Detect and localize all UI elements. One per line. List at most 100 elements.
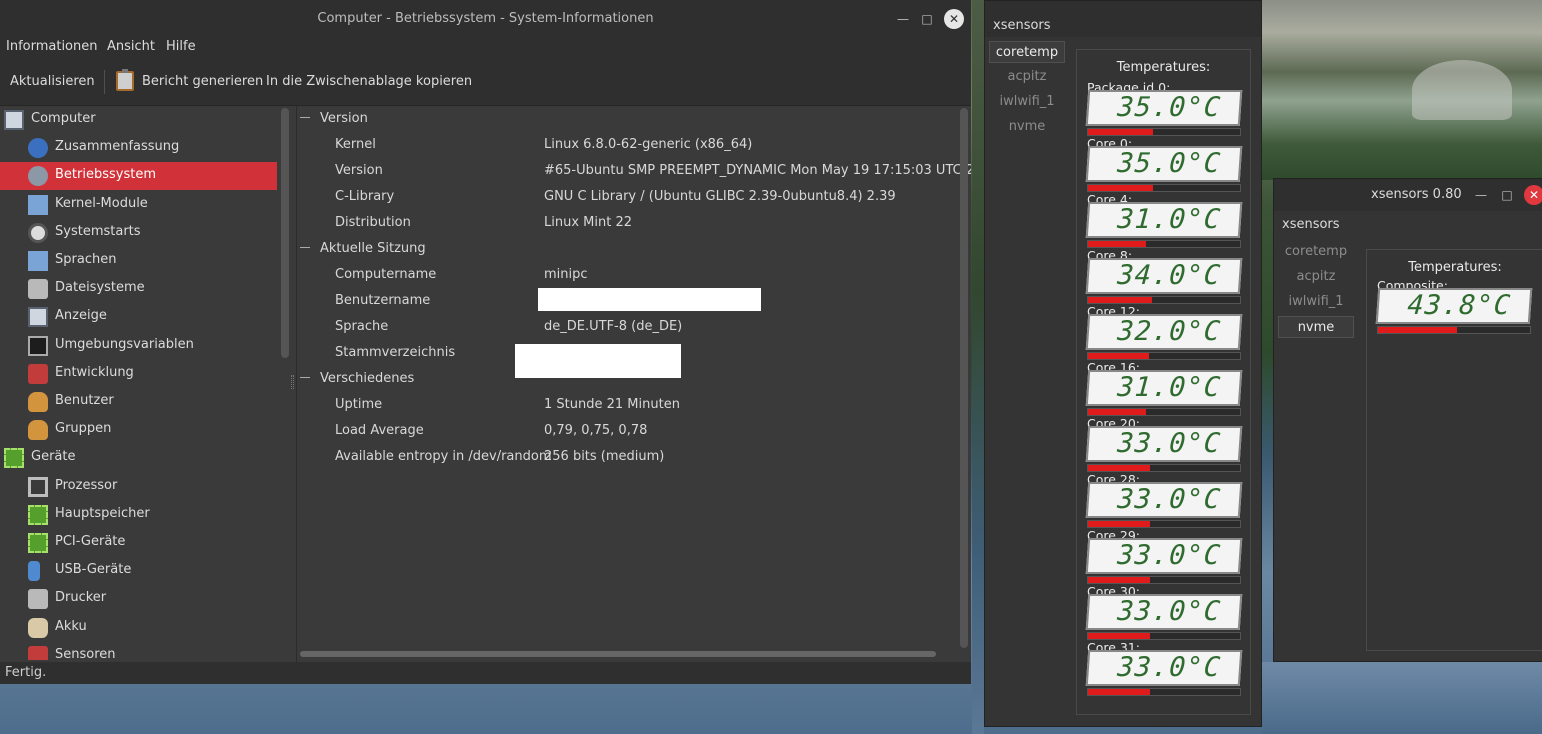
info-icon (28, 138, 48, 159)
info-row[interactable]: C-Library GNU C Library / (Ubuntu GLIBC 2… (297, 184, 971, 210)
maximize-icon[interactable]: □ (917, 9, 937, 29)
info-row[interactable]: Sprache de_DE.UTF-8 (de_DE) (297, 314, 971, 340)
xsensors2-minimize-icon[interactable]: — (1471, 185, 1491, 205)
xsensors-titlebar[interactable]: xsensors (985, 1, 1261, 37)
info-row[interactable]: Distribution Linux Mint 22 (297, 210, 971, 236)
sensor-lcd: 35.0°C (1085, 90, 1243, 126)
tab-iwlwifi-1[interactable]: iwlwifi_1 (1278, 291, 1354, 313)
sidebar-item-label: Sensoren (55, 646, 116, 660)
sidebar-item[interactable]: Entwicklung (0, 360, 277, 388)
info-row[interactable]: Available entropy in /dev/random 256 bits… (297, 444, 971, 470)
tab-nvme[interactable]: nvme (1278, 316, 1354, 338)
sensor-readout: Core 16: 31.0°C (1085, 360, 1243, 416)
report-icon[interactable] (116, 69, 134, 91)
sensor-lcd: 33.0°C (1085, 650, 1243, 686)
sidebar-item[interactable]: Benutzer (0, 388, 277, 416)
xsensors2-maximize-icon[interactable]: □ (1497, 185, 1517, 205)
section-title: Version (320, 111, 368, 126)
sidebar-item[interactable]: Gruppen (0, 416, 277, 444)
copy-button[interactable]: In die Zwischenablage kopieren (266, 74, 472, 89)
group-icon (28, 420, 48, 441)
menu-informationen[interactable]: Informationen (6, 39, 98, 54)
info-row[interactable]: Computername minipc (297, 262, 971, 288)
close-icon[interactable]: ✕ (944, 9, 964, 29)
info-value: 0,79, 0,75, 0,78 (544, 423, 648, 438)
sidebar-item[interactable]: Prozessor (0, 473, 277, 501)
sidebar-item[interactable]: Betriebssystem (0, 162, 277, 191)
window-titlebar[interactable]: Computer - Betriebssystem - System-Infor… (0, 0, 971, 38)
sidebar-item[interactable]: Systemstarts (0, 219, 277, 247)
sensor-level-fill (1088, 241, 1146, 247)
sensor-readout: Core 20: 33.0°C (1085, 416, 1243, 472)
sidebar-item[interactable]: Computer (0, 106, 277, 134)
panel2-title: Temperatures: (1408, 260, 1502, 275)
details-pane: Version Kernel Linux 6.8.0-62-generic (x86… (296, 106, 971, 662)
refresh-button[interactable]: Aktualisieren (10, 74, 95, 89)
sensor-readout: Core 30: 33.0°C (1085, 584, 1243, 640)
sensor-readout: Core 0: 35.0°C (1085, 136, 1243, 192)
sidebar-item[interactable]: PCI-Geräte (0, 529, 277, 557)
minimize-icon[interactable]: — (893, 9, 913, 29)
info-value: de_DE.UTF-8 (de_DE) (544, 319, 683, 334)
details-horizontal-scrollbar[interactable] (300, 651, 936, 657)
sensor-level-fill (1088, 521, 1151, 527)
menu-ansicht[interactable]: Ansicht (107, 39, 155, 54)
sensor-level-fill (1088, 465, 1151, 471)
tab-nvme[interactable]: nvme (989, 116, 1065, 138)
printer-icon (28, 589, 48, 610)
tab-coretemp[interactable]: coretemp (989, 41, 1065, 63)
info-row[interactable]: Uptime 1 Stunde 21 Minuten (297, 392, 971, 418)
toolbar: Aktualisieren Bericht generieren In die … (0, 58, 971, 106)
tab-iwlwifi-1[interactable]: iwlwifi_1 (989, 91, 1065, 113)
menubar: Informationen Ansicht Hilfe (0, 38, 971, 58)
temperatures-panel-2: Temperatures: Composite: 43.8°C (1366, 249, 1542, 651)
sidebar-item-label: Kernel-Module (55, 195, 148, 211)
sensor-readout: Package id 0: 35.0°C (1085, 80, 1243, 136)
info-row[interactable]: Load Average 0,79, 0,75, 0,78 (297, 418, 971, 444)
section-header[interactable]: Aktuelle Sitzung (297, 236, 971, 262)
sensor-level-fill (1088, 129, 1154, 135)
sensor-lcd: 31.0°C (1085, 202, 1243, 238)
sidebar-item[interactable]: Sensoren (0, 642, 277, 660)
sidebar-scrollbar[interactable] (281, 108, 289, 358)
tab-coretemp[interactable]: coretemp (1278, 241, 1354, 263)
sidebar-item[interactable]: Drucker (0, 585, 277, 613)
sidebar-item[interactable]: Dateisysteme (0, 275, 277, 303)
collapse-icon[interactable] (300, 117, 310, 118)
panel-title: Temperatures: (1116, 60, 1211, 75)
sidebar-item[interactable]: Umgebungsvariablen (0, 332, 277, 360)
redacted-homedir (515, 344, 681, 378)
info-row[interactable]: Version #65-Ubuntu SMP PREEMPT_DYNAMIC Mo… (297, 158, 971, 184)
sidebar-item-label: USB-Geräte (55, 562, 132, 578)
collapse-icon[interactable] (300, 247, 310, 248)
window-title: Computer - Betriebssystem - System-Infor… (317, 11, 654, 26)
xsensors2-titlebar[interactable]: xsensors 0.80 — □ ✕ (1274, 179, 1542, 211)
section-header[interactable]: Version (297, 106, 971, 132)
details-vertical-scrollbar[interactable] (960, 108, 968, 648)
collapse-icon[interactable] (300, 377, 310, 378)
xsensors2-close-icon[interactable]: ✕ (1524, 185, 1542, 205)
info-value: 1 Stunde 21 Minuten (544, 397, 680, 412)
info-key: Available entropy in /dev/random (335, 449, 552, 464)
sidebar-item[interactable]: Geräte (0, 444, 277, 472)
menu-hilfe[interactable]: Hilfe (166, 39, 196, 54)
sidebar-item[interactable]: USB-Geräte (0, 557, 277, 585)
temperatures-panel: Temperatures: Package id 0: 35.0°C Core 0:… (1076, 49, 1251, 715)
report-button[interactable]: Bericht generieren (142, 74, 263, 89)
sidebar-item[interactable]: Hauptspeicher (0, 501, 277, 529)
tab-acpitz[interactable]: acpitz (989, 66, 1065, 88)
sensor-icon (28, 645, 48, 660)
sensor-level-bar (1087, 240, 1241, 248)
sensor-level-fill (1088, 689, 1151, 695)
sidebar-item[interactable]: Akku (0, 614, 277, 642)
tab-acpitz[interactable]: acpitz (1278, 266, 1354, 288)
info-row[interactable]: Kernel Linux 6.8.0-62-generic (x86_64) (297, 132, 971, 158)
sidebar-item[interactable]: Zusammenfassung (0, 134, 277, 162)
pane-divider[interactable] (291, 375, 294, 389)
info-key: Uptime (335, 397, 383, 412)
sidebar-item[interactable]: Kernel-Module (0, 191, 277, 219)
terminal-icon (28, 335, 48, 356)
sidebar-item[interactable]: Sprachen (0, 247, 277, 275)
sensor-level-fill (1088, 633, 1151, 639)
sidebar-item[interactable]: Anzeige (0, 303, 277, 331)
